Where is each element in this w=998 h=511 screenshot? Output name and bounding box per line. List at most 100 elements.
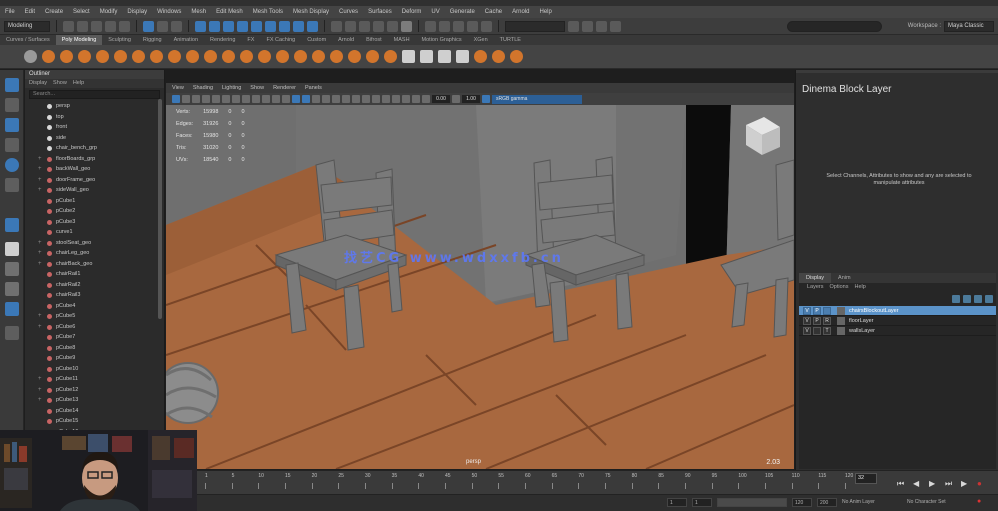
- outliner-item[interactable]: persp: [25, 101, 164, 112]
- outliner-item[interactable]: curve1: [25, 227, 164, 238]
- snap-surface-icon[interactable]: [387, 20, 398, 32]
- bookmark-icon[interactable]: [182, 95, 190, 103]
- open-scene-icon[interactable]: [77, 20, 88, 32]
- mirror-icon[interactable]: [384, 50, 397, 63]
- shelf-tab[interactable]: Custom: [301, 35, 332, 45]
- layer-tab[interactable]: Display: [799, 273, 832, 283]
- time-slider[interactable]: 32 ⏮ ◀ ▶ ⏭ ▶ ● 1 5 10 15 20 25 30 35 40 45 50 55 60 6…: [197, 470, 998, 494]
- four-view-icon[interactable]: [5, 262, 19, 276]
- layer-toggle-v[interactable]: V: [803, 317, 811, 325]
- isolate-select-icon[interactable]: [382, 95, 390, 103]
- menu-item[interactable]: Deform: [397, 9, 427, 15]
- sidebar-toggle-icon[interactable]: [582, 20, 593, 32]
- menu-item[interactable]: Modify: [95, 9, 123, 15]
- shelf-tab[interactable]: FX Caching: [260, 35, 301, 45]
- next-key-icon[interactable]: ⏭: [945, 479, 952, 489]
- new-scene-icon[interactable]: [63, 20, 74, 32]
- paint-select-icon[interactable]: [5, 118, 19, 132]
- pyramid-icon[interactable]: [186, 50, 199, 63]
- character-set-dropdown[interactable]: No Character Set: [907, 499, 946, 505]
- outliner-search-input[interactable]: Search...: [29, 90, 160, 99]
- 2d-pan-icon[interactable]: [202, 95, 210, 103]
- outliner-item[interactable]: + chairLeg_geo: [25, 248, 164, 259]
- exposure-icon[interactable]: [422, 95, 430, 103]
- multicut-icon[interactable]: [456, 50, 469, 63]
- select-hierarchy-icon[interactable]: [143, 20, 154, 32]
- safe-action-icon[interactable]: [272, 95, 280, 103]
- prism-icon[interactable]: [204, 50, 217, 63]
- mask-icon[interactable]: [293, 20, 304, 32]
- outliner-item[interactable]: chair_bench_grp: [25, 143, 164, 154]
- persp-outliner-icon[interactable]: [5, 302, 19, 316]
- viewport-menu-item[interactable]: View: [172, 83, 184, 93]
- layer-tab[interactable]: Anim: [831, 273, 858, 283]
- torus-icon[interactable]: [114, 50, 127, 63]
- resolution-gate-icon[interactable]: [242, 95, 250, 103]
- outliner-item[interactable]: pCube10: [25, 364, 164, 375]
- scale-tool-icon[interactable]: [5, 178, 19, 192]
- viewport-menu-item[interactable]: Shading: [193, 83, 213, 93]
- layer-toggle-r[interactable]: R: [823, 317, 831, 325]
- image-plane-icon[interactable]: [192, 95, 200, 103]
- outliner-item[interactable]: pCube8: [25, 343, 164, 354]
- sphere-icon[interactable]: [42, 50, 55, 63]
- gamma-icon[interactable]: [452, 95, 460, 103]
- layer-menu-item[interactable]: Options: [830, 283, 849, 292]
- layer-color-swatch[interactable]: [837, 327, 845, 335]
- expand-icon[interactable]: +: [38, 395, 42, 406]
- sidebar-toggle-icon[interactable]: [568, 20, 579, 32]
- outliner-item[interactable]: pCube7: [25, 332, 164, 343]
- outliner-item[interactable]: + backWall_geo: [25, 164, 164, 175]
- outliner-menu-item[interactable]: Display: [29, 79, 47, 88]
- menu-item[interactable]: Create: [40, 9, 68, 15]
- mask-icon[interactable]: [279, 20, 290, 32]
- helix-icon[interactable]: [240, 50, 253, 63]
- menu-item[interactable]: Edit Mesh: [211, 9, 248, 15]
- antialias-icon[interactable]: [372, 95, 380, 103]
- cube-icon[interactable]: [60, 50, 73, 63]
- menu-item[interactable]: Generate: [445, 9, 480, 15]
- shelf-tab[interactable]: TURTLE: [494, 35, 527, 45]
- anim-layer-dropdown[interactable]: No Anim Layer: [842, 499, 875, 505]
- cone-icon[interactable]: [96, 50, 109, 63]
- redo-icon[interactable]: [119, 20, 130, 32]
- fill-hole-icon[interactable]: [510, 50, 523, 63]
- outliner-item[interactable]: pCube14: [25, 406, 164, 417]
- platonic-icon[interactable]: [168, 50, 181, 63]
- expand-icon[interactable]: +: [38, 175, 42, 186]
- layer-row[interactable]: V P RfloorLayer: [799, 316, 996, 326]
- shelf-tab[interactable]: Motion Graphics: [416, 35, 468, 45]
- shelf-tab[interactable]: Rigging: [137, 35, 168, 45]
- step-back-icon[interactable]: ⏮: [897, 479, 904, 489]
- play-forward-icon[interactable]: ▶: [961, 479, 967, 488]
- grease-pencil-icon[interactable]: [212, 95, 220, 103]
- wireframe-on-shaded-icon[interactable]: [312, 95, 320, 103]
- shelf-tab[interactable]: Sculpting: [102, 35, 137, 45]
- expand-icon[interactable]: +: [38, 238, 42, 249]
- range-end-field[interactable]: 120: [792, 498, 812, 507]
- uv-editor-icon[interactable]: [492, 50, 505, 63]
- outliner-item[interactable]: pCube2: [25, 206, 164, 217]
- snap-plane-icon[interactable]: [373, 20, 384, 32]
- outliner-item[interactable]: pCube4: [25, 301, 164, 312]
- new-layer-selected-icon[interactable]: [985, 295, 993, 303]
- layer-toggle-v[interactable]: V: [803, 327, 811, 335]
- layer-toggle-r[interactable]: [823, 307, 831, 315]
- layer-menu-item[interactable]: Help: [854, 283, 865, 292]
- gate-mask-icon[interactable]: [252, 95, 260, 103]
- pipe-icon[interactable]: [222, 50, 235, 63]
- menu-item[interactable]: Surfaces: [363, 9, 397, 15]
- gamma-field[interactable]: 1.00: [462, 95, 480, 103]
- outliner-item[interactable]: + doorFrame_geo: [25, 175, 164, 186]
- shadows-icon[interactable]: [342, 95, 350, 103]
- shelf-tab[interactable]: Bifrost: [360, 35, 388, 45]
- snap-point-icon[interactable]: [359, 20, 370, 32]
- shelf-tab[interactable]: Arnold: [332, 35, 360, 45]
- menu-item[interactable]: Help: [534, 9, 556, 15]
- outliner-menu-item[interactable]: Help: [73, 79, 84, 88]
- expand-icon[interactable]: +: [38, 385, 42, 396]
- outliner-item[interactable]: + pCube12: [25, 385, 164, 396]
- shelf-tab[interactable]: Animation: [168, 35, 204, 45]
- magnet-icon[interactable]: [401, 20, 412, 32]
- disc-icon[interactable]: [150, 50, 163, 63]
